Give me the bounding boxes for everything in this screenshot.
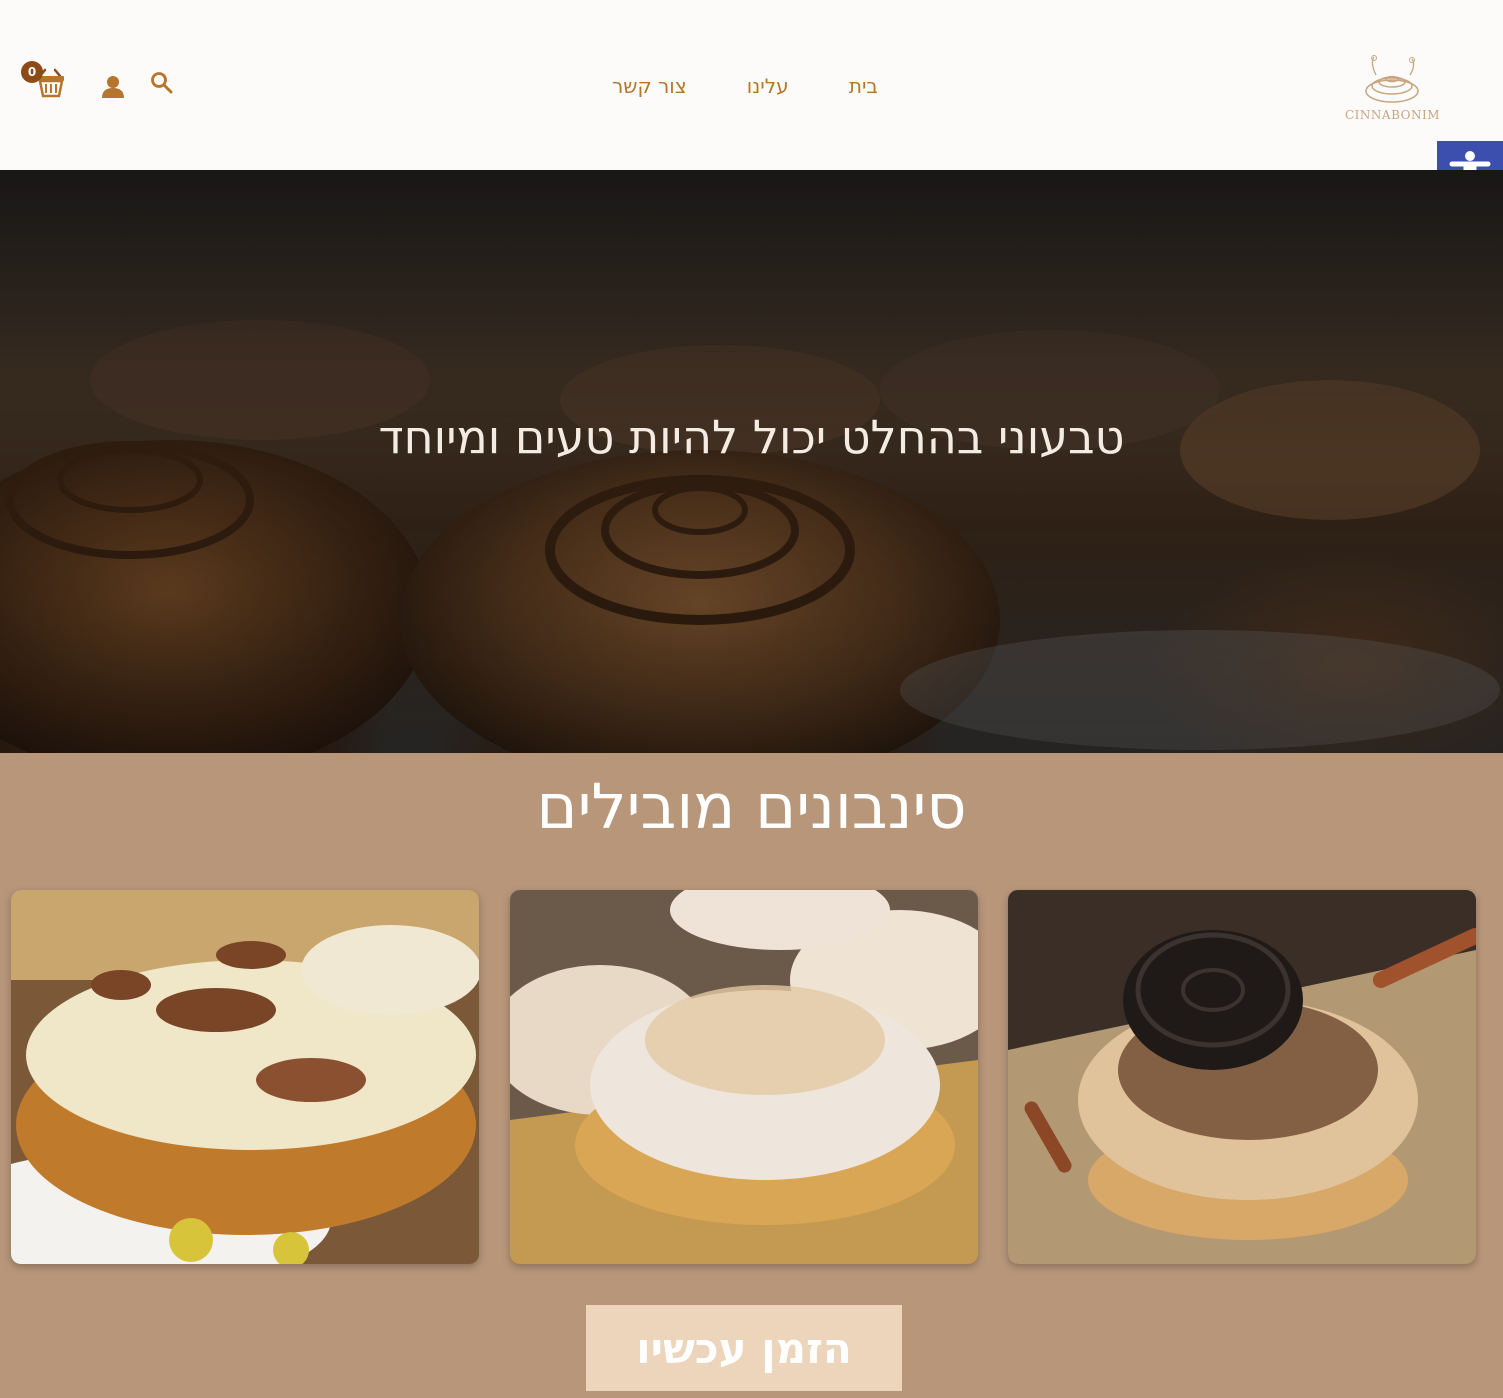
featured-section-title: סינבונים מובילים (536, 770, 967, 843)
oreo-bun-image (1008, 890, 1476, 1264)
hero-banner: טבעוני בהחלט יכול להיות טעים ומיוחד (0, 170, 1503, 753)
nut-bun-image (510, 890, 978, 1264)
search-icon (151, 72, 173, 94)
product-card-pecan[interactable] (11, 890, 479, 1264)
account-button[interactable] (100, 74, 126, 100)
search-button[interactable] (150, 71, 174, 95)
logo-text: CINNABONIM (1345, 108, 1440, 122)
nav-about[interactable]: עלינו (735, 74, 801, 104)
hero-title: טבעוני בהחלט יכול להיות טעים ומיוחד (378, 410, 1125, 464)
nav-home[interactable]: בית (837, 74, 890, 104)
main-nav: בית עלינו צור קשר (600, 74, 890, 104)
site-header: CINNABONIM בית עלינו צור קשר 0 (0, 0, 1503, 170)
site-logo[interactable]: CINNABONIM (1340, 55, 1445, 127)
header-actions: 0 (18, 60, 188, 110)
product-card-oreo[interactable] (1008, 890, 1476, 1264)
nav-contact[interactable]: צור קשר (600, 74, 699, 104)
pecan-bun-image (11, 890, 479, 1264)
cart-count-badge: 0 (21, 61, 43, 83)
cart-button[interactable]: 0 (18, 60, 68, 100)
cinnamon-roll-logo-icon (1365, 55, 1419, 103)
user-icon (102, 76, 124, 98)
product-card-nut[interactable] (510, 890, 978, 1264)
order-now-button[interactable]: הזמן עכשיו (586, 1305, 902, 1391)
